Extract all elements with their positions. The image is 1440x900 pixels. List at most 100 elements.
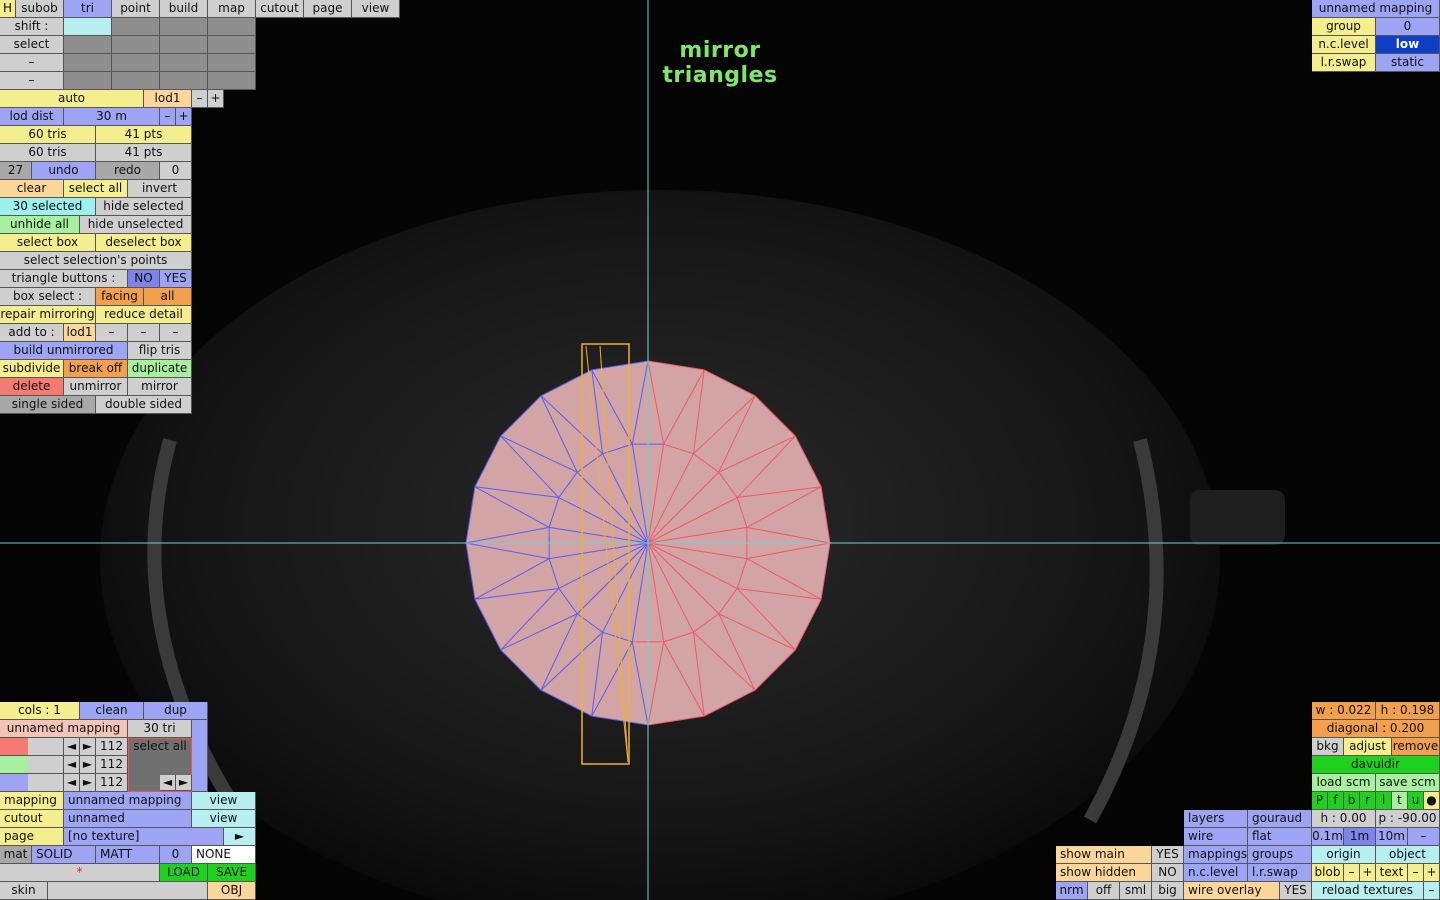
mapping-value[interactable]: unnamed mapping — [64, 792, 192, 810]
menu-page[interactable]: page — [304, 0, 352, 18]
object-button[interactable]: object — [1376, 846, 1440, 864]
skin-button[interactable]: skin — [0, 882, 48, 900]
add-to-slot-1[interactable]: – — [96, 324, 128, 342]
view-r[interactable]: r — [1360, 792, 1376, 810]
cutout-view-button[interactable]: view — [192, 810, 256, 828]
hide-selected-button[interactable]: hide selected — [96, 198, 192, 216]
unhide-all-button[interactable]: unhide all — [0, 216, 80, 234]
save-button[interactable]: SAVE — [208, 864, 256, 882]
menu-map[interactable]: map — [208, 0, 256, 18]
menu-point[interactable]: point — [112, 0, 160, 18]
unmirror-button[interactable]: unmirror — [64, 378, 128, 396]
wire-button[interactable]: wire — [1184, 828, 1248, 846]
green-slider[interactable] — [0, 756, 64, 774]
reload-textures-button[interactable]: reload textures — [1312, 882, 1424, 900]
step-01m[interactable]: 0.1m — [1312, 828, 1344, 846]
mod2-slot-2[interactable] — [112, 72, 160, 90]
view-l[interactable]: l — [1376, 792, 1392, 810]
mappings-button[interactable]: mappings — [1184, 846, 1248, 864]
lod-auto-button[interactable]: auto — [0, 90, 144, 108]
menu-subob[interactable]: subob — [16, 0, 64, 18]
mod1-slot-2[interactable] — [112, 54, 160, 72]
mod1-slot-3[interactable] — [160, 54, 208, 72]
duplicate-button[interactable]: duplicate — [128, 360, 192, 378]
triangle-buttons-no[interactable]: NO — [128, 270, 160, 288]
blue-left-arrow[interactable]: ◄ — [64, 774, 80, 792]
single-sided-button[interactable]: single sided — [0, 396, 96, 414]
shift-slot-4[interactable] — [208, 18, 256, 36]
clear-button[interactable]: clear — [0, 180, 64, 198]
view-t[interactable]: t — [1392, 792, 1408, 810]
add-to-slot-2[interactable]: – — [128, 324, 160, 342]
menu-build[interactable]: build — [160, 0, 208, 18]
mapping-view-button[interactable]: view — [192, 792, 256, 810]
nrm-sml[interactable]: sml — [1120, 882, 1152, 900]
load-button[interactable]: LOAD — [160, 864, 208, 882]
view-P[interactable]: P — [1312, 792, 1328, 810]
blob-minus[interactable]: – — [1344, 864, 1360, 882]
view-dot[interactable]: ● — [1424, 792, 1440, 810]
load-scm-button[interactable]: load scm — [1312, 774, 1376, 792]
swatch-right-arrow[interactable]: ► — [176, 775, 192, 791]
select-box-button[interactable]: select box — [0, 234, 96, 252]
lr-swap-value[interactable]: static — [1376, 54, 1440, 72]
swatch-select-all[interactable]: select all — [130, 739, 190, 755]
bkg-adjust-button[interactable]: adjust — [1344, 738, 1392, 756]
bkg-remove-button[interactable]: remove — [1392, 738, 1440, 756]
mat-solid-button[interactable]: SOLID — [32, 846, 96, 864]
cutout-value[interactable]: unnamed — [64, 810, 192, 828]
break-off-button[interactable]: break off — [64, 360, 128, 378]
swatch-left-arrow[interactable]: ◄ — [160, 775, 176, 791]
box-select-facing[interactable]: facing — [96, 288, 144, 306]
green-left-arrow[interactable]: ◄ — [64, 756, 80, 774]
menu-cutout[interactable]: cutout — [256, 0, 304, 18]
save-scm-button[interactable]: save scm — [1376, 774, 1440, 792]
lod-minus-button[interactable]: – — [192, 90, 208, 108]
add-to-slot-3[interactable]: – — [160, 324, 192, 342]
double-sided-button[interactable]: double sided — [96, 396, 192, 414]
step-10m[interactable]: 10m — [1376, 828, 1408, 846]
clean-button[interactable]: clean — [80, 702, 144, 720]
add-to-lod[interactable]: lod1 — [64, 324, 96, 342]
group-value[interactable]: 0 — [1376, 18, 1440, 36]
select-slot-2[interactable] — [112, 36, 160, 54]
mapping-scrollbar[interactable] — [192, 720, 208, 792]
wire-overlay-yes[interactable]: YES — [1280, 882, 1312, 900]
triangle-buttons-yes[interactable]: YES — [160, 270, 192, 288]
shift-slot-1[interactable] — [64, 18, 112, 36]
text-minus[interactable]: – — [1408, 864, 1424, 882]
deselect-box-button[interactable]: deselect box — [96, 234, 192, 252]
page-value[interactable]: [no texture] — [64, 828, 224, 846]
lod-dist-plus[interactable]: + — [176, 108, 192, 126]
view-b[interactable]: b — [1344, 792, 1360, 810]
bkg-file-name[interactable]: davuldir — [1312, 756, 1440, 774]
build-unmirrored-button[interactable]: build unmirrored — [0, 342, 128, 360]
menu-view[interactable]: view — [352, 0, 400, 18]
mapping-list-item[interactable]: unnamed mapping — [0, 720, 128, 738]
blue-slider[interactable] — [0, 774, 64, 792]
mod2-slot-1[interactable] — [64, 72, 112, 90]
nrm-off[interactable]: off — [1088, 882, 1120, 900]
mat-none-button[interactable]: NONE — [192, 846, 256, 864]
select-all-button[interactable]: select all — [64, 180, 128, 198]
reload-textures-minus[interactable]: – — [1424, 882, 1440, 900]
mod2-slot-3[interactable] — [160, 72, 208, 90]
view-f[interactable]: f — [1328, 792, 1344, 810]
nrm-big[interactable]: big — [1152, 882, 1184, 900]
page-play-icon[interactable]: ► — [224, 828, 256, 846]
blue-right-arrow[interactable]: ► — [80, 774, 96, 792]
mod1-slot-1[interactable] — [64, 54, 112, 72]
shift-slot-3[interactable] — [160, 18, 208, 36]
step-minus[interactable]: – — [1408, 828, 1440, 846]
mod1-slot-4[interactable] — [208, 54, 256, 72]
red-left-arrow[interactable]: ◄ — [64, 738, 80, 756]
mirror-button[interactable]: mirror — [128, 378, 192, 396]
lod-level-button[interactable]: lod1 — [144, 90, 192, 108]
step-1m[interactable]: 1m — [1344, 828, 1376, 846]
reduce-detail-button[interactable]: reduce detail — [96, 306, 192, 324]
nc-level-value[interactable]: low — [1376, 36, 1440, 54]
mat-matt-button[interactable]: MATT — [96, 846, 160, 864]
green-right-arrow[interactable]: ► — [80, 756, 96, 774]
shift-slot-2[interactable] — [112, 18, 160, 36]
obj-button[interactable]: OBJ — [208, 882, 256, 900]
